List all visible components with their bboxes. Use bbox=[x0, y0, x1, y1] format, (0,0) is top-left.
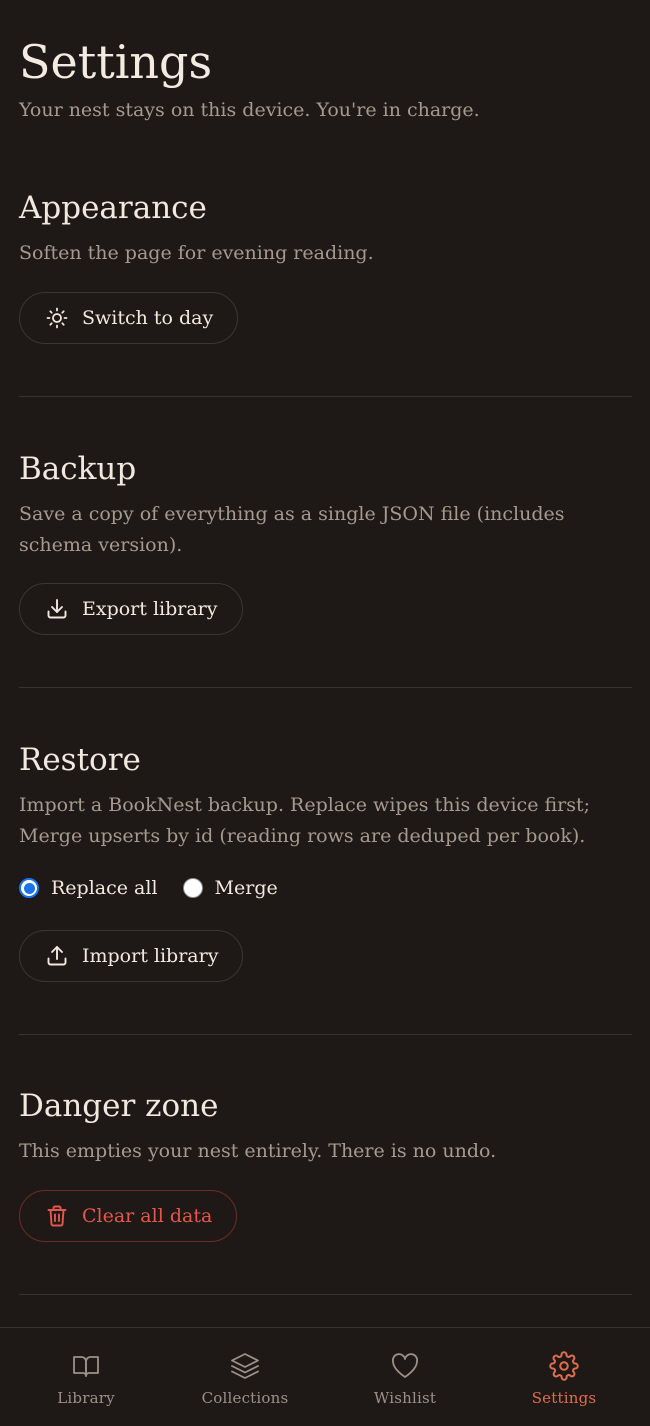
appearance-description: Soften the page for evening reading. bbox=[19, 242, 374, 264]
divider bbox=[19, 1294, 632, 1295]
nav-label-collections: Collections bbox=[201, 1389, 289, 1407]
layers-icon bbox=[230, 1351, 260, 1381]
appearance-title: Appearance bbox=[19, 190, 207, 226]
replace-all-radio[interactable] bbox=[19, 878, 39, 898]
import-library-label: Import library bbox=[82, 945, 219, 967]
switch-to-day-button[interactable]: Switch to day bbox=[19, 292, 239, 344]
nav-label-library: Library bbox=[57, 1389, 115, 1407]
replace-all-label: Replace all bbox=[51, 877, 158, 899]
page-title: Settings bbox=[19, 35, 213, 89]
restore-mode-options: Replace all Merge bbox=[19, 877, 278, 899]
danger-zone-description: This empties your nest entirely. There i… bbox=[19, 1140, 497, 1162]
gear-icon bbox=[549, 1351, 579, 1381]
backup-title: Backup bbox=[19, 451, 137, 487]
download-icon bbox=[45, 597, 69, 621]
danger-zone-title: Danger zone bbox=[19, 1088, 219, 1124]
switch-to-day-label: Switch to day bbox=[82, 307, 214, 329]
export-library-label: Export library bbox=[82, 598, 218, 620]
nav-label-wishlist: Wishlist bbox=[373, 1389, 437, 1407]
import-library-button[interactable]: Import library bbox=[19, 930, 244, 982]
trash-icon bbox=[45, 1204, 69, 1228]
restore-title: Restore bbox=[19, 742, 141, 778]
nav-item-collections[interactable]: Collections bbox=[165, 1328, 325, 1426]
nav-label-settings: Settings bbox=[531, 1389, 597, 1407]
clear-all-data-label: Clear all data bbox=[82, 1205, 213, 1227]
backup-description: Save a copy of everything as a single JS… bbox=[19, 503, 565, 556]
merge-option[interactable]: Merge bbox=[182, 877, 278, 899]
merge-radio[interactable] bbox=[182, 878, 203, 898]
clear-all-data-button[interactable]: Clear all data bbox=[19, 1190, 238, 1242]
sun-icon bbox=[45, 306, 69, 330]
upload-icon bbox=[45, 944, 69, 968]
nav-item-wishlist[interactable]: Wishlist bbox=[325, 1328, 485, 1426]
divider bbox=[19, 687, 632, 688]
restore-description: Import a BookNest backup. Replace wipes … bbox=[19, 794, 591, 847]
divider bbox=[19, 396, 632, 397]
page-subtitle: Your nest stays on this device. You're i… bbox=[19, 99, 480, 121]
replace-all-option[interactable]: Replace all bbox=[19, 877, 158, 899]
merge-label: Merge bbox=[214, 877, 278, 899]
book-open-icon bbox=[71, 1351, 101, 1381]
heart-icon bbox=[390, 1351, 420, 1381]
divider bbox=[19, 1034, 632, 1035]
bottom-nav: Library Collections Wishlist Settings bbox=[0, 1327, 650, 1426]
export-library-button[interactable]: Export library bbox=[19, 583, 243, 635]
nav-item-library[interactable]: Library bbox=[6, 1328, 166, 1426]
nav-item-settings[interactable]: Settings bbox=[484, 1328, 644, 1426]
